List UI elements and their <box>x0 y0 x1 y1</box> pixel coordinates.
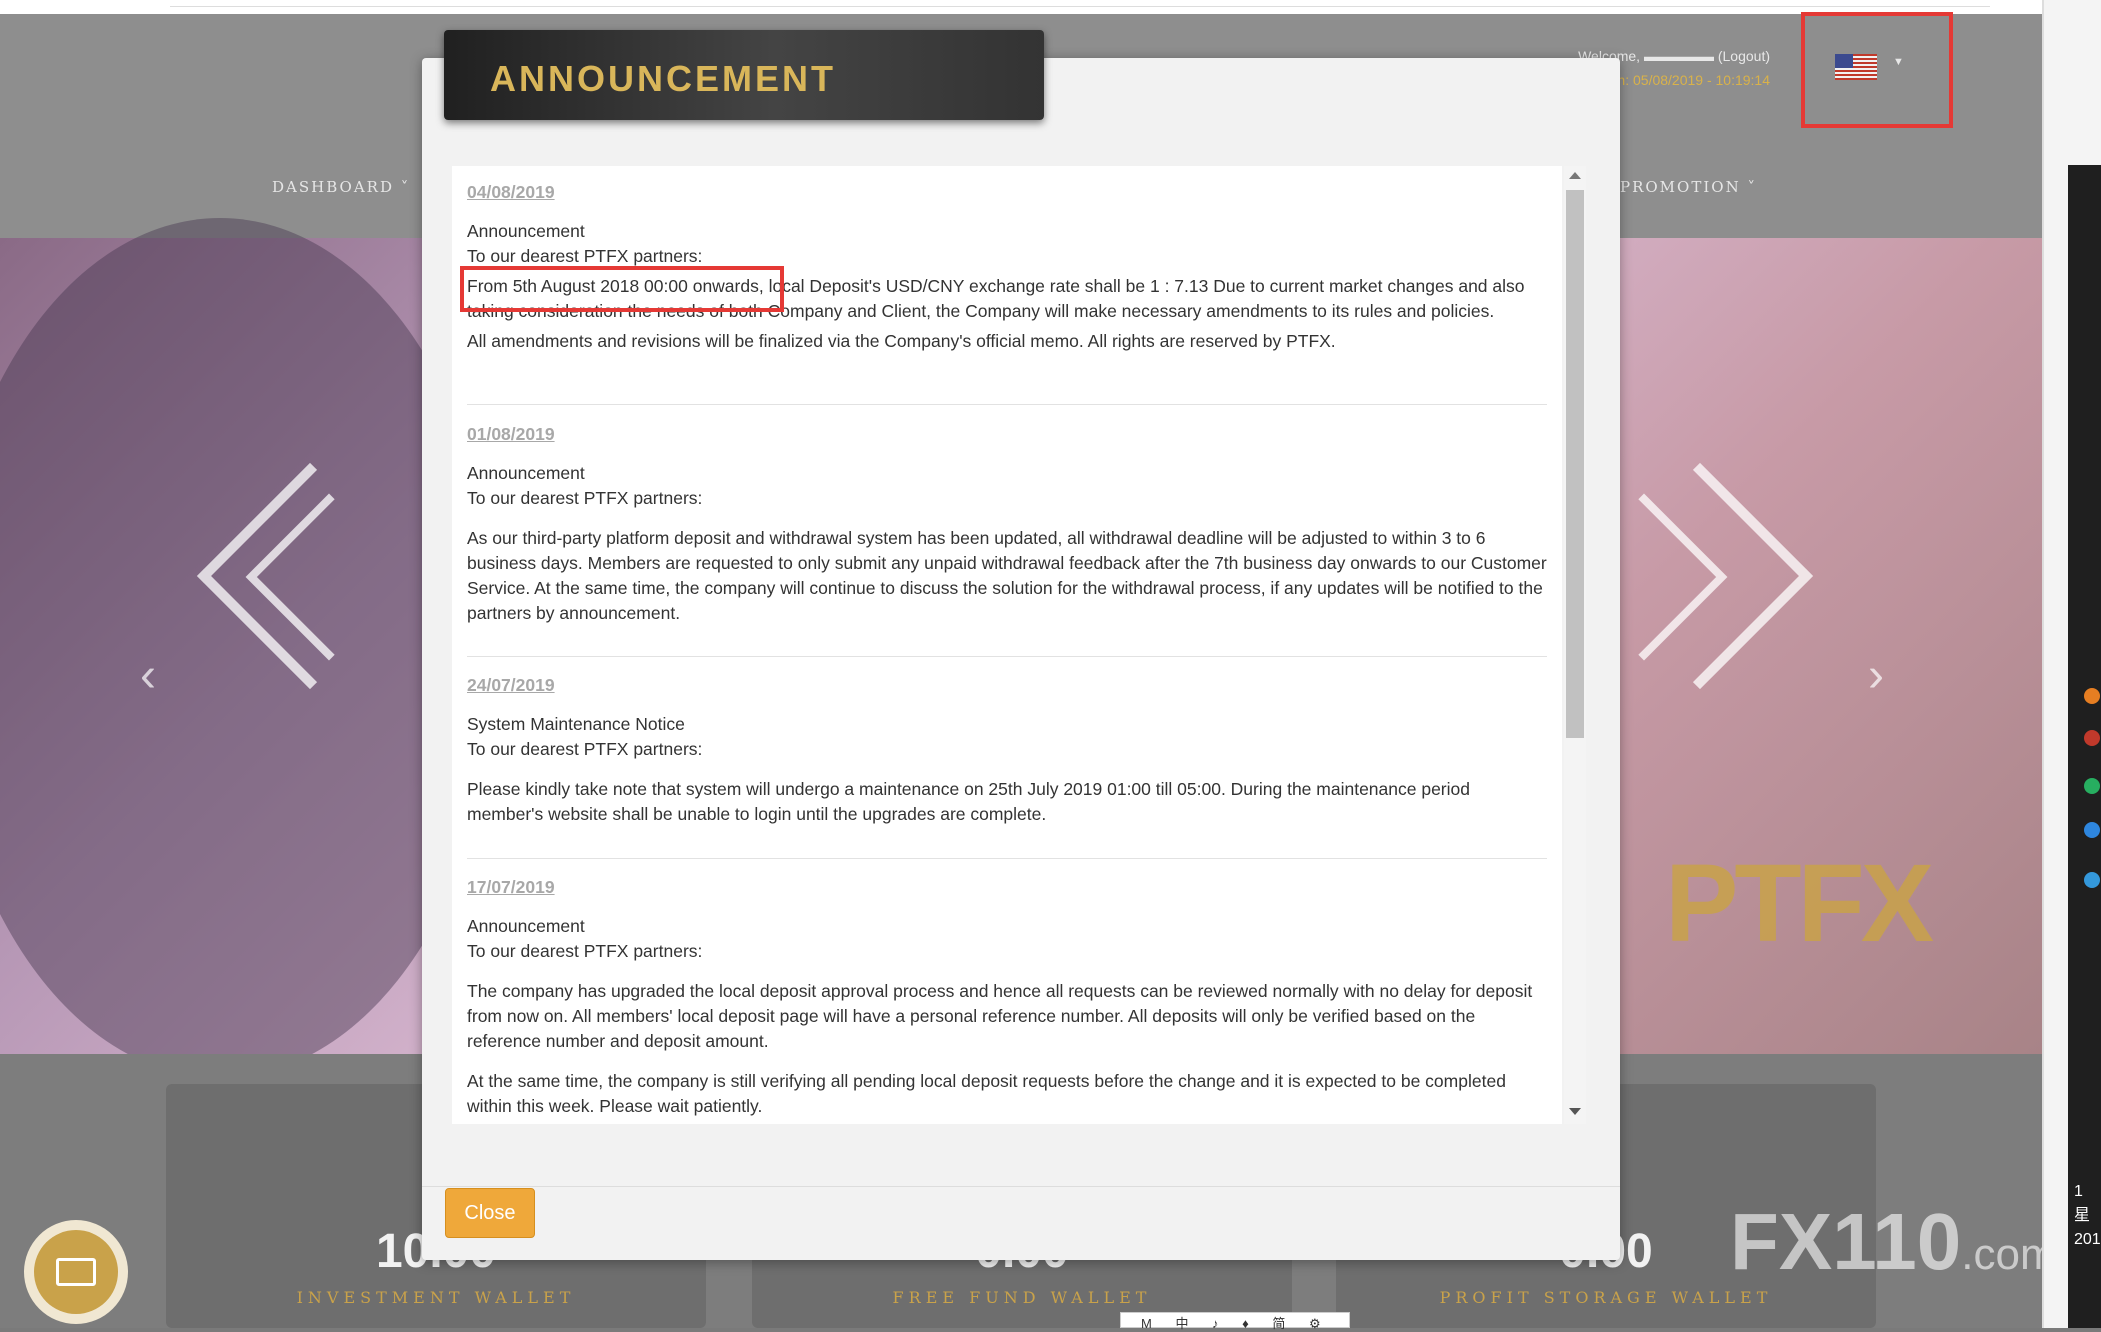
modal-scrollbar[interactable] <box>1564 166 1586 1124</box>
divider <box>467 656 1547 657</box>
scroll-up-icon[interactable] <box>1569 172 1581 179</box>
modal-footer-divider <box>422 1186 1620 1187</box>
announcement-greeting: To our dearest PTFX partners: <box>467 488 703 508</box>
modal-title: ANNOUNCEMENT <box>490 58 836 99</box>
ime-toolbar[interactable]: M 中 ♪ ♦ 简 ⚙ <box>1120 1312 1350 1331</box>
browser-topbar <box>0 0 2101 14</box>
scroll-thumb[interactable] <box>1566 190 1584 738</box>
announcement-heading: Announcement <box>467 916 585 936</box>
nav-promotion-label: PROMOTION <box>1620 178 1741 196</box>
watermark-main: FX110 <box>1730 1197 1962 1286</box>
divider <box>467 404 1547 405</box>
announcement-date[interactable]: 04/08/2019 <box>467 180 1547 205</box>
modal-header: ANNOUNCEMENT <box>444 30 1044 120</box>
tray-star-icon[interactable] <box>2084 822 2100 838</box>
slider-prev-icon[interactable]: ‹ <box>140 648 156 703</box>
us-flag-icon[interactable] <box>1835 54 1877 80</box>
system-sidebar: 1 星 201 <box>2042 0 2101 1328</box>
language-selector[interactable]: ▼ <box>1801 12 1953 128</box>
wallet-label: FREE FUND WALLET <box>892 1288 1152 1307</box>
system-clock[interactable]: 1 星 201 <box>2074 1180 2101 1252</box>
wallet-label: INVESTMENT WALLET <box>296 1288 576 1307</box>
mail-button[interactable] <box>24 1220 128 1324</box>
announcement-paragraph: As our third-party platform deposit and … <box>467 528 1547 623</box>
announcement-paragraph: Please kindly take note that system will… <box>467 779 1470 824</box>
watermark: FX110.com <box>1730 1196 2057 1288</box>
mail-icon[interactable] <box>34 1230 118 1314</box>
nav-dashboard-label: DASHBOARD <box>272 178 394 196</box>
clock-line: 1 <box>2074 1183 2083 1200</box>
divider <box>467 858 1547 859</box>
announcement-paragraph: All amendments and revisions will be fin… <box>467 331 1336 351</box>
clock-line: 星 <box>2074 1207 2091 1224</box>
announcement-heading: System Maintenance Notice <box>467 714 685 734</box>
clock-line: 201 <box>2074 1231 2101 1248</box>
announcement-paragraph: The company has upgraded the local depos… <box>467 981 1533 1051</box>
announcement-date[interactable]: 01/08/2019 <box>467 422 1547 447</box>
tray-wechat-icon[interactable] <box>2084 778 2100 794</box>
announcement-item: 24/07/2019 System Maintenance Notice To … <box>467 673 1547 827</box>
announcement-paragraph: At the same time, the company is still v… <box>467 1071 1506 1116</box>
announcement-item: 17/07/2019 Announcement To our dearest P… <box>467 875 1547 1119</box>
announcement-greeting: To our dearest PTFX partners: <box>467 739 703 759</box>
wallet-label: PROFIT STORAGE WALLET <box>1439 1288 1773 1307</box>
nav-promotion[interactable]: PROMOTION ˅ <box>1620 178 1757 196</box>
announcement-item: 01/08/2019 Announcement To our dearest P… <box>467 422 1547 626</box>
tray-app-icon[interactable] <box>2084 688 2100 704</box>
caret-down-icon[interactable]: ▼ <box>1893 56 1904 68</box>
tray-cloud-icon[interactable] <box>2084 730 2100 746</box>
scroll-down-icon[interactable] <box>1569 1108 1581 1115</box>
brand-logo: PTFX <box>1665 842 1934 965</box>
system-tray <box>2068 165 2101 1328</box>
slider-next-icon[interactable]: › <box>1868 648 1884 703</box>
tray-bird-icon[interactable] <box>2084 872 2100 888</box>
nav-dashboard[interactable]: DASHBOARD ˅ <box>272 178 410 196</box>
announcement-date[interactable]: 24/07/2019 <box>467 673 1547 698</box>
announcement-heading: Announcement <box>467 463 585 483</box>
topbar-divider <box>170 6 1990 7</box>
announcement-greeting: To our dearest PTFX partners: <box>467 941 703 961</box>
close-button[interactable]: Close <box>445 1188 535 1238</box>
highlight-box <box>460 266 784 312</box>
announcement-heading: Announcement <box>467 221 585 241</box>
announcement-date[interactable]: 17/07/2019 <box>467 875 1547 900</box>
